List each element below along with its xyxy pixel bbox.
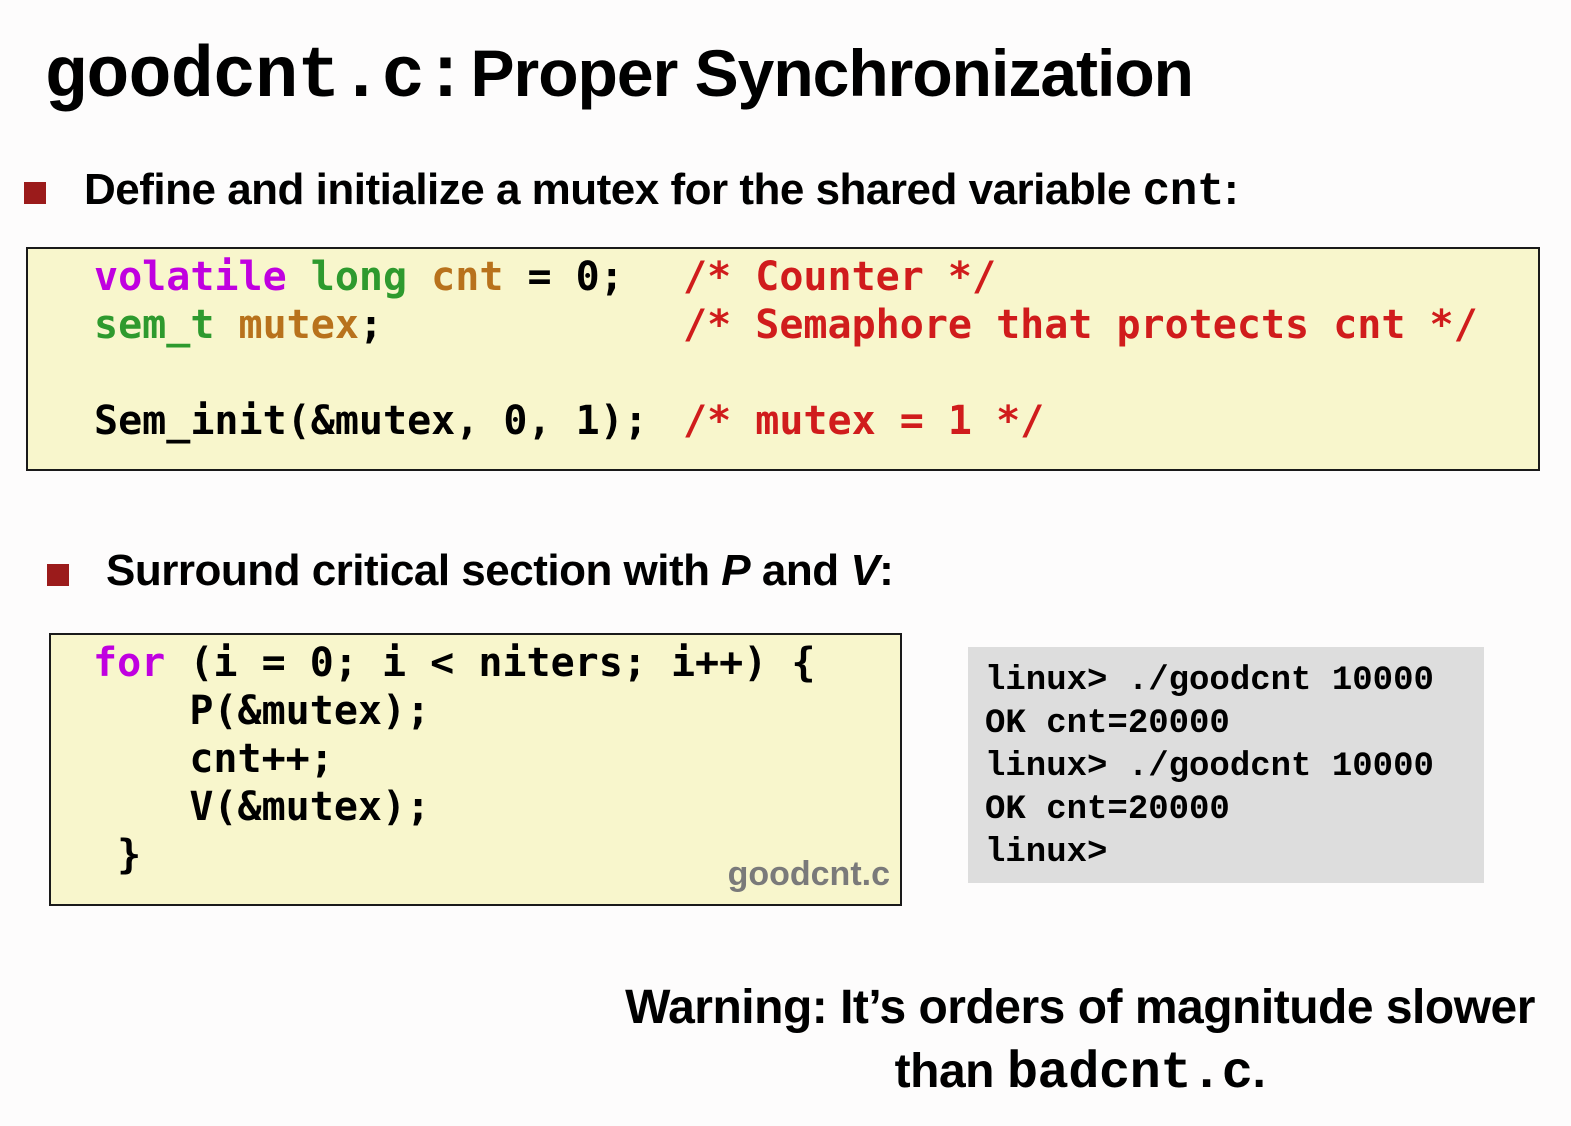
code-block-declarations: volatile long cnt = 0; /* Counter */ sem… bbox=[26, 247, 1540, 471]
warning-line-2-code: badcnt.c bbox=[1006, 1044, 1253, 1103]
terminal-line: linux> ./goodcnt 10000 bbox=[985, 662, 1434, 700]
terminal-line: linux> bbox=[985, 834, 1108, 872]
code-increment: cnt++; bbox=[93, 736, 334, 782]
bullet-square-1 bbox=[24, 182, 46, 204]
code-line-2-rest: ; bbox=[358, 302, 384, 348]
code-close-brace: } bbox=[93, 832, 142, 878]
terminal-output: linux> ./goodcnt 10000 OK cnt=20000 linu… bbox=[968, 647, 1484, 883]
code-comment-counter: /* Counter */ bbox=[683, 254, 997, 300]
code-sem-init: Sem_init(&mutex, 0, 1); bbox=[94, 398, 648, 444]
code-identifier-cnt: cnt bbox=[431, 254, 504, 300]
code-comment-semaphore: /* Semaphore that protects cnt */ bbox=[683, 302, 1478, 348]
warning-line-2-prefix: than bbox=[894, 1045, 1007, 1098]
warning-line-1: Warning: It’s orders of magnitude slower bbox=[625, 981, 1535, 1034]
bullet-1-text: Define and initialize a mutex for the sh… bbox=[84, 165, 1143, 214]
code-p-call: P(&mutex); bbox=[93, 688, 431, 734]
bullet-2-v: V bbox=[850, 546, 880, 595]
bullet-2-prefix: Surround critical section with bbox=[106, 546, 722, 595]
code-line-1: volatile long cnt = 0; bbox=[94, 253, 624, 301]
bullet-1: Define and initialize a mutex for the sh… bbox=[84, 162, 1239, 220]
warning-line-2: than badcnt.c. bbox=[600, 1040, 1560, 1106]
code-for-rest: (i = 0; i < niters; i++) { bbox=[165, 640, 816, 686]
bullet-square-2 bbox=[47, 564, 69, 586]
code-line-1-rest: = 0; bbox=[503, 254, 624, 300]
bullet-2-middle: and bbox=[750, 546, 851, 595]
warning-line-2-suffix: . bbox=[1252, 1045, 1266, 1098]
terminal-line: linux> ./goodcnt 10000 bbox=[985, 748, 1434, 786]
code-line-2: sem_t mutex; bbox=[94, 301, 383, 349]
warning-note: Warning: It’s orders of magnitude slower… bbox=[600, 976, 1560, 1106]
bullet-2-suffix: : bbox=[879, 546, 894, 595]
terminal-lines: linux> ./goodcnt 10000 OK cnt=20000 linu… bbox=[985, 660, 1434, 875]
code-comment-1: /* Counter */ bbox=[683, 253, 996, 301]
code-identifier-mutex: mutex bbox=[238, 302, 359, 348]
terminal-line: OK cnt=20000 bbox=[985, 791, 1230, 829]
code-type-long: long bbox=[310, 254, 408, 300]
code-block-critical-section: for (i = 0; i < niters; i++) { P(&mutex)… bbox=[49, 633, 902, 906]
code-type-sem-t: sem_t bbox=[94, 302, 215, 348]
code-comment-4: /* mutex = 1 */ bbox=[683, 397, 1044, 445]
code-loop: for (i = 0; i < niters; i++) { P(&mutex)… bbox=[93, 639, 815, 879]
code-v-call: V(&mutex); bbox=[93, 784, 431, 830]
bullet-1-suffix: : bbox=[1223, 165, 1239, 214]
bullet-2: Surround critical section with P and V: bbox=[106, 543, 894, 599]
code-keyword-volatile: volatile bbox=[94, 254, 287, 300]
code-line-4: Sem_init(&mutex, 0, 1); bbox=[94, 397, 648, 445]
code-comment-mutex-init: /* mutex = 1 */ bbox=[683, 398, 1045, 444]
terminal-line: OK cnt=20000 bbox=[985, 705, 1230, 743]
file-label-goodcnt: goodcnt.c bbox=[727, 855, 890, 893]
bullet-1-code: cnt bbox=[1142, 166, 1225, 218]
slide-title: goodcnt.c: Proper Synchronization bbox=[44, 28, 1194, 118]
code-comment-2: /* Semaphore that protects cnt */ bbox=[683, 301, 1478, 349]
bullet-2-p: P bbox=[721, 546, 751, 595]
title-code: goodcnt.c: bbox=[44, 36, 467, 118]
code-keyword-for: for bbox=[93, 640, 166, 686]
title-text: Proper Synchronization bbox=[470, 36, 1194, 110]
